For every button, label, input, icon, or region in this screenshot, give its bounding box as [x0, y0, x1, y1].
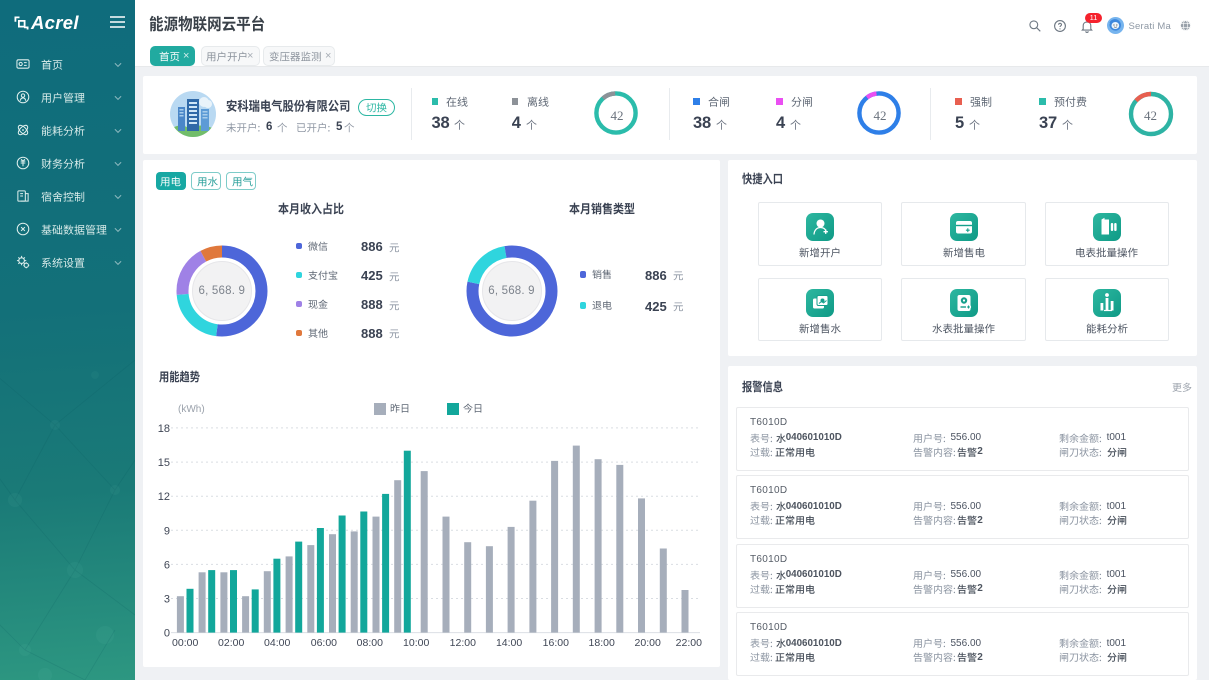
svg-text:12: 12	[158, 491, 170, 503]
svg-text:18:00: 18:00	[589, 637, 615, 649]
svg-text:18: 18	[158, 423, 170, 435]
svg-text:9: 9	[164, 525, 170, 537]
svg-text:12:00: 12:00	[450, 637, 476, 649]
svg-text:22:00: 22:00	[676, 637, 702, 649]
svg-text:08:00: 08:00	[357, 637, 383, 649]
svg-text:15: 15	[158, 457, 170, 469]
svg-text:6: 6	[164, 559, 170, 571]
svg-text:3: 3	[164, 594, 170, 606]
svg-text:14:00: 14:00	[496, 637, 522, 649]
svg-text:02:00: 02:00	[218, 637, 244, 649]
svg-text:10:00: 10:00	[403, 637, 429, 649]
svg-text:16:00: 16:00	[543, 637, 569, 649]
svg-text:20:00: 20:00	[635, 637, 661, 649]
svg-text:04:00: 04:00	[264, 637, 290, 649]
svg-text:00:00: 00:00	[172, 637, 198, 649]
svg-text:(kWh): (kWh)	[178, 404, 205, 415]
svg-text:0: 0	[164, 628, 170, 640]
svg-text:06:00: 06:00	[311, 637, 337, 649]
